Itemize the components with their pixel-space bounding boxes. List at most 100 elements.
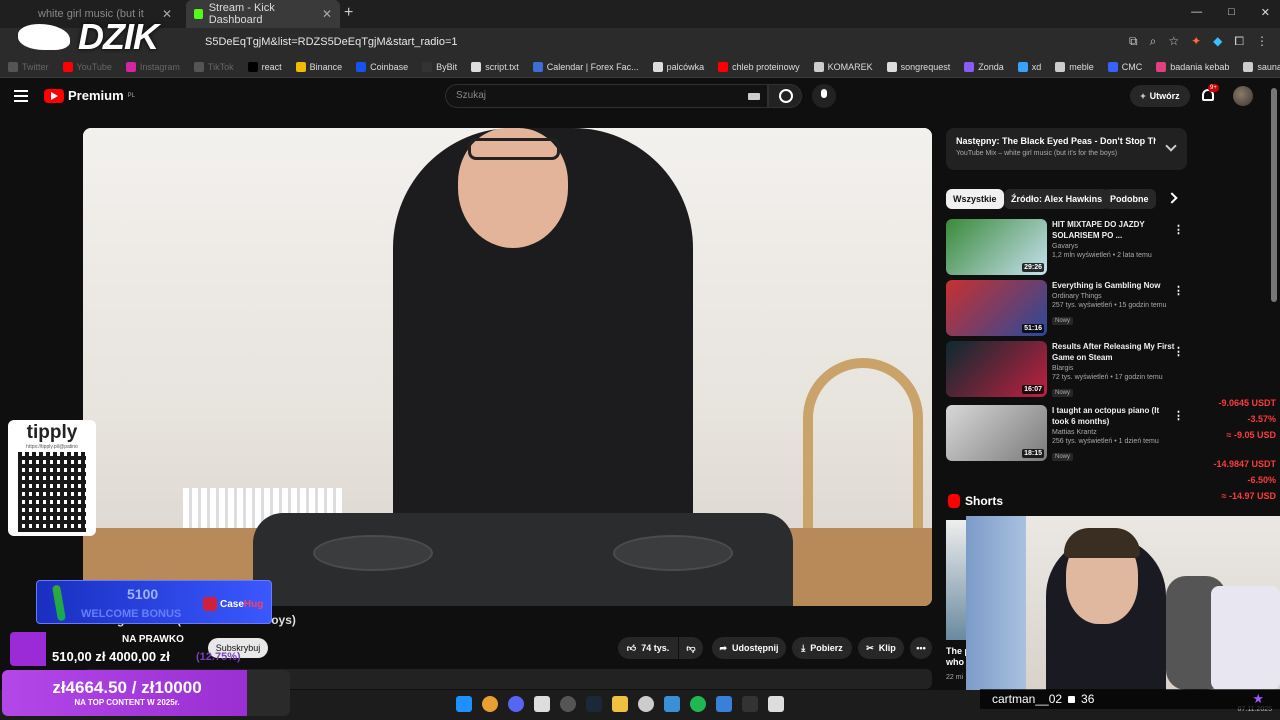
bookmark-item[interactable]: ByBit [422, 61, 457, 72]
bookmark-icon [1243, 61, 1254, 72]
channel-name[interactable]: Ordinary Things [1052, 293, 1178, 300]
bookmark-item[interactable]: Zonda [964, 61, 1004, 72]
bookmark-item[interactable]: react [247, 61, 282, 72]
video-player[interactable] [83, 128, 932, 606]
chrome-icon[interactable] [482, 696, 498, 712]
short-thumbnail[interactable] [946, 520, 968, 640]
discord-icon[interactable] [508, 696, 524, 712]
close-window-button[interactable]: ✕ [1261, 6, 1270, 19]
bookmark-item[interactable]: YouTube [62, 61, 112, 72]
url-input[interactable]: S5DeEqTgjM&list=RDZS5DeEqTgjM&start_radi… [205, 36, 458, 48]
voice-search-button[interactable] [812, 84, 836, 108]
notepad-icon[interactable] [716, 696, 732, 712]
chip-source[interactable]: Źródło: Alex Hawkins [1004, 189, 1110, 209]
keyboard-icon[interactable] [748, 93, 760, 100]
bookmark-item[interactable]: Coinbase [356, 61, 408, 72]
bookmark-item[interactable]: xd [1017, 61, 1041, 72]
bookmark-label: meble [1069, 61, 1094, 72]
channel-name[interactable]: Blargis [1052, 365, 1178, 372]
bookmark-item[interactable]: Binance [295, 61, 343, 72]
star-icon[interactable]: ☆ [1168, 34, 1179, 49]
windows-start-icon[interactable] [456, 696, 472, 712]
download-button[interactable]: ⤓ Pobierz [792, 637, 852, 659]
app-icon[interactable] [768, 696, 784, 712]
more-actions-button[interactable]: ••• [910, 637, 932, 659]
video-title[interactable]: HIT MIXTAPE DO JAZDY SOLARISEM PO ... [1052, 219, 1178, 241]
like-button[interactable]: 👍︎ 74 tys. [618, 637, 678, 659]
bookmark-item[interactable]: script.txt [471, 61, 519, 72]
folder-icon[interactable] [612, 696, 628, 712]
obs-icon[interactable] [560, 696, 576, 712]
bookmark-item[interactable]: chleb proteinowy [718, 61, 800, 72]
dislike-button[interactable]: 👎︎ [679, 637, 703, 659]
bookmark-item[interactable]: Calendar | Forex Fac... [532, 61, 639, 72]
bookmark-icon [652, 61, 663, 72]
bookmark-item[interactable]: sauna [1243, 61, 1280, 72]
create-button[interactable]: + Utwórz [1130, 85, 1190, 107]
bookmark-item[interactable]: TikTok [193, 61, 234, 72]
up-next-card[interactable]: Następny: The Black Eyed Peas - Don't St… [946, 128, 1187, 170]
channel-name[interactable]: Gavarys [1052, 243, 1178, 250]
extension-icon[interactable]: ◆ [1213, 34, 1222, 49]
chip-similar[interactable]: Podobne [1103, 189, 1156, 209]
chevron-right-icon[interactable] [1166, 192, 1178, 204]
close-icon[interactable]: ✕ [162, 7, 172, 21]
maximize-button[interactable]: □ [1228, 6, 1235, 19]
video-thumbnail[interactable]: 18:15 [946, 405, 1047, 461]
bookmark-item[interactable]: songrequest [886, 61, 950, 72]
chip-all[interactable]: Wszystkie [946, 189, 1004, 209]
install-icon[interactable]: ⧉ [1129, 34, 1138, 49]
close-icon[interactable]: ✕ [322, 7, 332, 21]
video-title[interactable]: I taught an octopus piano (It took 6 mon… [1052, 405, 1178, 427]
recommendation-item[interactable]: 18:15 I taught an octopus piano (It took … [946, 405, 1187, 463]
bookmark-item[interactable]: KOMAREK [813, 61, 873, 72]
extension-icon[interactable]: ✦ [1191, 34, 1201, 49]
ccleaner-icon[interactable] [638, 696, 654, 712]
username: cartman__02 [992, 692, 1063, 706]
clip-button[interactable]: ✂ Klip [858, 637, 904, 659]
bookmark-label: palcówka [666, 61, 705, 72]
hamburger-menu-icon[interactable] [14, 90, 28, 102]
more-options-icon[interactable]: ⋮ [1173, 409, 1184, 422]
shorts-heading: Shorts [948, 494, 1003, 508]
share-button[interactable]: ➦ Udostępnij [712, 637, 786, 659]
more-options-icon[interactable]: ⋮ [1173, 345, 1184, 358]
recommendation-item[interactable]: 29:26 HIT MIXTAPE DO JAZDY SOLARISEM PO .… [946, 219, 1187, 277]
video-thumbnail[interactable]: 51:16 [946, 280, 1047, 336]
app-icon[interactable] [664, 696, 680, 712]
bookmark-item[interactable]: badania kebab [1156, 61, 1229, 72]
bookmark-item[interactable]: Twitter [8, 61, 49, 72]
stock-percent: -6.50% [1247, 475, 1276, 485]
minimize-button[interactable]: — [1191, 6, 1202, 19]
app-icon[interactable] [534, 696, 550, 712]
video-thumbnail[interactable]: 29:26 [946, 219, 1047, 275]
video-title[interactable]: Results After Releasing My First Game on… [1052, 341, 1178, 363]
bookmark-item[interactable]: Instagram [125, 61, 180, 72]
video-title[interactable]: Everything is Gambling Now [1052, 280, 1178, 291]
terminal-icon[interactable] [742, 696, 758, 712]
goal-amount: zł4664.50 / zł10000 [52, 678, 202, 697]
spotify-icon[interactable] [690, 696, 706, 712]
avatar[interactable] [1233, 86, 1253, 106]
youtube-logo[interactable]: Premium PL [44, 88, 135, 103]
puzzle-icon[interactable]: ⧠ [1234, 34, 1244, 49]
search-button[interactable] [768, 84, 802, 108]
steam-icon[interactable] [586, 696, 602, 712]
bookmark-icon [1017, 61, 1028, 72]
video-thumbnail[interactable]: 16:07 [946, 341, 1047, 397]
recommendation-item[interactable]: 51:16 Everything is Gambling Now Ordinary … [946, 280, 1187, 338]
menu-icon[interactable]: ⋮ [1256, 34, 1268, 49]
more-options-icon[interactable]: ⋮ [1173, 223, 1184, 236]
new-tab-button[interactable]: + [344, 4, 353, 22]
recommendation-item[interactable]: 16:07 Results After Releasing My First Ga… [946, 341, 1187, 399]
bookmark-item[interactable]: palcówka [652, 61, 705, 72]
page-scrollbar[interactable] [1271, 88, 1277, 302]
channel-name[interactable]: Mattias Krantz [1052, 429, 1178, 436]
bookmark-item[interactable]: CMC [1107, 61, 1142, 72]
zoom-icon[interactable]: ⌕ [1150, 34, 1157, 49]
search-input[interactable]: Szukaj [445, 84, 768, 108]
more-options-icon[interactable]: ⋮ [1173, 284, 1184, 297]
bookmark-label: Binance [309, 61, 343, 72]
tab-kick-dashboard[interactable]: Stream - Kick Dashboard ✕ [186, 0, 340, 28]
bookmark-item[interactable]: meble [1055, 61, 1094, 72]
